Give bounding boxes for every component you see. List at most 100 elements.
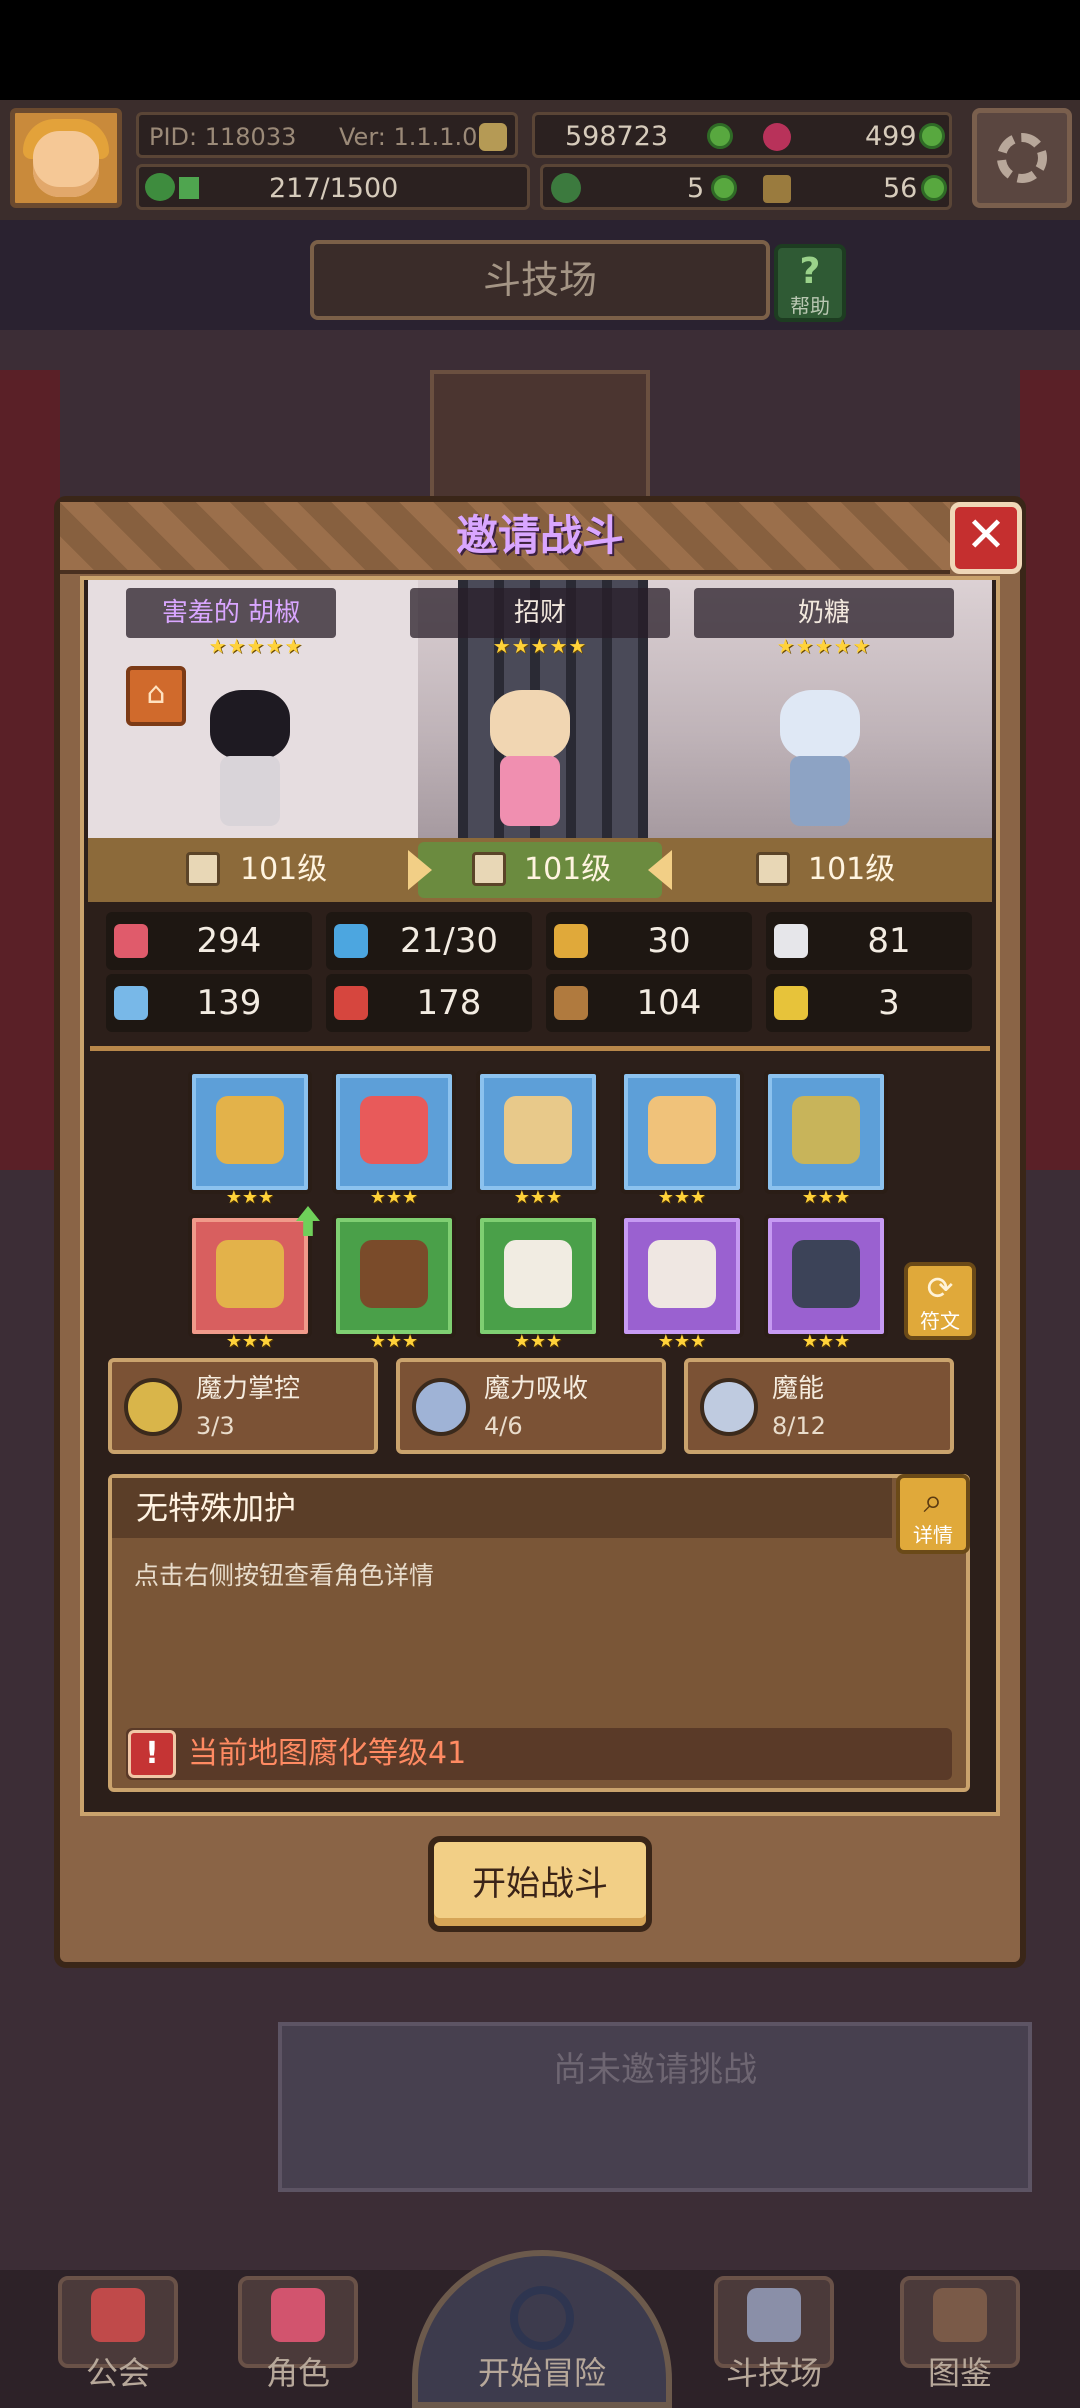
version-text: Ver: 1.1.1.0 xyxy=(339,123,478,151)
gem-icon xyxy=(763,123,791,151)
rune-label: 符文 xyxy=(920,1309,960,1333)
start-battle-button[interactable]: 开始战斗 xyxy=(428,1836,652,1932)
rune-button[interactable]: ⟳ 符文 xyxy=(904,1262,976,1340)
blessing-title: 无特殊加护 xyxy=(112,1478,892,1538)
equip-slot-scarf[interactable]: ★★★ xyxy=(620,1214,744,1352)
blessing-description: 点击右侧按钮查看角色详情 xyxy=(134,1561,435,1590)
hero-name-1: 害羞的 胡椒 xyxy=(126,588,336,638)
target-icon xyxy=(472,852,506,886)
detail-label: 详情 xyxy=(913,1523,953,1547)
challenge-status-text: 尚未邀请挑战 xyxy=(553,2050,757,2090)
pid-text: PID: 118033 xyxy=(149,123,297,151)
amulet-icon xyxy=(504,1096,572,1164)
gem-amount: 499 xyxy=(865,121,917,152)
curtain-right xyxy=(1020,370,1080,1170)
clover-amount: 5 xyxy=(687,173,705,204)
mana-drop-icon xyxy=(334,924,368,958)
page-title: 斗技场 xyxy=(310,240,770,320)
nav-codex-label: 图鉴 xyxy=(927,2354,992,2392)
equip-slot-armor[interactable]: ★★★ xyxy=(332,1214,456,1352)
exp-text: 217/1500 xyxy=(269,173,399,204)
help-label: 帮助 xyxy=(790,294,830,318)
corruption-text: 当前地图腐化等级41 xyxy=(188,1736,467,1771)
arena-gate xyxy=(430,370,650,500)
equip-slot-gloves[interactable]: ★★★ xyxy=(476,1214,600,1352)
armor-icon xyxy=(554,986,588,1020)
heart-shield-icon xyxy=(360,1096,428,1164)
section-divider xyxy=(90,1046,990,1051)
hero-level-2: 101级 xyxy=(524,852,612,887)
lock-icon[interactable]: ⌂ xyxy=(126,666,186,726)
stat-luck: 3 xyxy=(766,974,972,1032)
horseshoe-icon xyxy=(774,986,808,1020)
exp-bar: 217/1500 xyxy=(136,164,530,210)
hero-name-3: 奶糖 xyxy=(694,588,954,638)
character-icon xyxy=(271,2288,325,2342)
hero-level-1: 101级 xyxy=(240,852,328,887)
stat-mana: 21/30 xyxy=(326,912,532,970)
magnifier-icon: ⌕ xyxy=(923,1481,943,1521)
add-clover-icon[interactable] xyxy=(711,175,737,201)
hero-sprite-3[interactable] xyxy=(760,680,880,830)
warning-icon: ! xyxy=(128,1730,176,1778)
help-button[interactable]: ? 帮助 xyxy=(774,244,846,322)
wing-icon xyxy=(774,924,808,958)
curtain-left xyxy=(0,370,60,1170)
add-key-icon[interactable] xyxy=(921,175,947,201)
tunic-icon xyxy=(360,1240,428,1308)
silver-coin-icon xyxy=(700,1378,758,1436)
hero-stars-1: ★★★★★ xyxy=(208,634,304,658)
exp-icon xyxy=(145,173,175,201)
glove-icon xyxy=(504,1240,572,1308)
ring-icon xyxy=(648,1096,716,1164)
equip-slot-ring[interactable]: ★★★ xyxy=(620,1070,744,1208)
equip-slot-potion[interactable]: ★★★ xyxy=(764,1070,888,1208)
gear-icon xyxy=(997,133,1047,183)
equip-slot-amulet[interactable]: ★★★ xyxy=(476,1070,600,1208)
hero-sprite-1[interactable] xyxy=(190,680,310,830)
gold-coin-icon xyxy=(124,1378,182,1436)
player-avatar[interactable] xyxy=(10,108,122,208)
magic-panel-control[interactable]: 魔力掌控 3/3 xyxy=(108,1358,378,1454)
currency-panel: 598723 499 xyxy=(532,112,952,158)
nav-arena-label: 斗技场 xyxy=(725,2354,822,2392)
equip-slot-staff[interactable]: ★★★ xyxy=(188,1070,312,1208)
add-gem-icon[interactable] xyxy=(919,123,945,149)
settings-button[interactable] xyxy=(972,108,1072,208)
detail-button[interactable]: ⌕ 详情 xyxy=(896,1474,970,1554)
corruption-warning: ! 当前地图腐化等级41 xyxy=(126,1728,952,1780)
stat-defense: 30 xyxy=(546,912,752,970)
hero-stars-2: ★★★★★ xyxy=(492,634,588,658)
stat-hp: 294 xyxy=(106,912,312,970)
stat-armor: 104 xyxy=(546,974,752,1032)
scarf-icon xyxy=(648,1240,716,1308)
boots-icon xyxy=(792,1240,860,1308)
grid-coin-icon xyxy=(412,1378,470,1436)
shield-icon xyxy=(554,924,588,958)
hero-level-3: 101级 xyxy=(808,852,896,887)
resource-panel: 5 56 xyxy=(540,164,952,210)
nav-guild-label: 公会 xyxy=(85,2354,150,2392)
add-gold-icon[interactable] xyxy=(707,123,733,149)
crossed-swords-icon xyxy=(747,2288,801,2342)
sword-icon xyxy=(186,852,220,886)
equip-slot-shield[interactable]: ★★★ xyxy=(332,1070,456,1208)
guild-house-icon xyxy=(91,2288,145,2342)
coin-box-icon xyxy=(479,123,507,151)
nav-adventure-label: 开始冒险 xyxy=(477,2354,606,2392)
stat-attack: 139 xyxy=(106,974,312,1032)
equip-slot-boots[interactable]: ★★★ xyxy=(764,1214,888,1352)
magic-panel-energy[interactable]: 魔能 8/12 xyxy=(684,1358,954,1454)
gold-amount: 598723 xyxy=(565,121,669,152)
hero-sprite-2[interactable] xyxy=(470,680,590,830)
question-icon: ? xyxy=(799,251,821,292)
clover-icon xyxy=(551,173,581,203)
equip-slot-crown[interactable]: ★★★ xyxy=(188,1214,312,1352)
potion-icon xyxy=(792,1096,860,1164)
key-amount: 56 xyxy=(883,173,918,204)
magic-panel-absorb[interactable]: 魔力吸收 4/6 xyxy=(396,1358,666,1454)
close-button[interactable]: ✕ xyxy=(950,502,1022,574)
pid-panel: PID: 118033 Ver: 1.1.1.0 xyxy=(136,112,518,158)
wand-icon xyxy=(756,852,790,886)
crown-icon xyxy=(216,1240,284,1308)
